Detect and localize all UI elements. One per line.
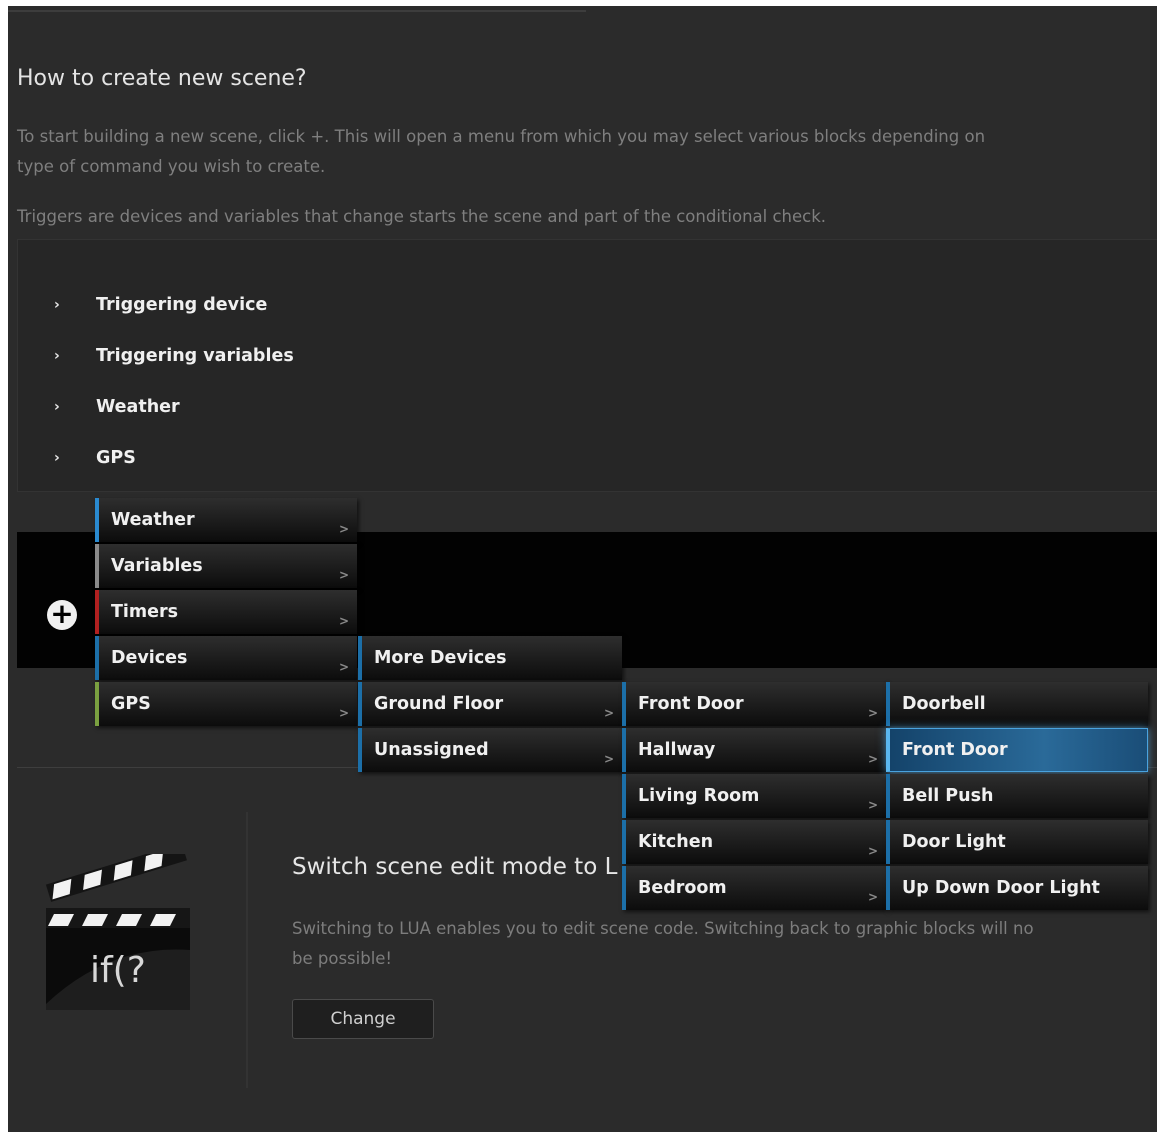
- menu-item-label: Hallway: [638, 740, 716, 760]
- chevron-right-icon: ›: [54, 297, 60, 313]
- menu-item-label: Door Light: [902, 832, 1006, 852]
- menu-item-kitchen[interactable]: Kitchen >: [622, 820, 886, 864]
- intro-text: To start building a new scene, click +. …: [17, 122, 985, 182]
- menu-item-label: Unassigned: [374, 740, 489, 760]
- chevron-right-icon: ›: [54, 399, 60, 415]
- menu-item-bedroom[interactable]: Bedroom >: [622, 866, 886, 910]
- trigger-item-gps[interactable]: › GPS: [54, 443, 136, 473]
- lua-section-title: Switch scene edit mode to L: [292, 854, 618, 880]
- intro-line-2: type of command you wish to create.: [17, 157, 326, 176]
- menu-item-label: Living Room: [638, 786, 760, 806]
- menu-item-label: Devices: [111, 648, 188, 668]
- menu-item-label: More Devices: [374, 648, 507, 668]
- menu-item-label: Front Door: [638, 694, 744, 714]
- top-divider: [8, 10, 586, 12]
- menu-item-front-door-room[interactable]: Front Door >: [622, 682, 886, 726]
- menu-item-devices[interactable]: Devices >: [95, 636, 357, 680]
- clapperboard-text: if(?: [90, 950, 146, 991]
- lua-description-line-1: Switching to LUA enables you to edit sce…: [292, 919, 1034, 938]
- menu-item-door-light[interactable]: Door Light: [886, 820, 1148, 864]
- menu-item-label: Bedroom: [638, 878, 727, 898]
- chevron-right-icon: ›: [54, 348, 60, 364]
- trigger-item-label: Weather: [96, 397, 180, 417]
- menu-item-up-down-door-light[interactable]: Up Down Door Light: [886, 866, 1148, 910]
- menu-item-timers[interactable]: Timers >: [95, 590, 357, 634]
- page-title: How to create new scene?: [17, 66, 307, 91]
- triggers-list: › Triggering device › Triggering variabl…: [17, 239, 1157, 492]
- submenu-arrow-icon: >: [603, 752, 614, 766]
- menu-item-unassigned[interactable]: Unassigned >: [358, 728, 622, 772]
- submenu-arrow-icon: >: [338, 568, 349, 582]
- menu-item-label: GPS: [111, 694, 151, 714]
- menu-item-label: Front Door: [902, 740, 1008, 760]
- submenu-arrow-icon: >: [867, 798, 878, 812]
- submenu-arrow-icon: >: [338, 614, 349, 628]
- menu-item-bell-push[interactable]: Bell Push: [886, 774, 1148, 818]
- trigger-item-label: GPS: [96, 448, 136, 468]
- menu-item-more-devices[interactable]: More Devices: [358, 636, 622, 680]
- menu-item-doorbell[interactable]: Doorbell: [886, 682, 1148, 726]
- menu-item-hallway[interactable]: Hallway >: [622, 728, 886, 772]
- menu-item-variables[interactable]: Variables >: [95, 544, 357, 588]
- trigger-item-weather[interactable]: › Weather: [54, 392, 180, 422]
- menu-item-label: Weather: [111, 510, 195, 530]
- submenu-arrow-icon: >: [603, 706, 614, 720]
- chevron-right-icon: ›: [54, 450, 60, 466]
- add-block-button[interactable]: +: [47, 600, 77, 630]
- menu-item-living-room[interactable]: Living Room >: [622, 774, 886, 818]
- menu-item-front-door-device[interactable]: Front Door: [886, 728, 1148, 772]
- trigger-item-label: Triggering variables: [96, 346, 294, 366]
- scene-editor-panel: How to create new scene? To start buildi…: [8, 6, 1157, 1132]
- triggers-note: Triggers are devices and variables that …: [17, 207, 827, 226]
- submenu-arrow-icon: >: [867, 890, 878, 904]
- submenu-arrow-icon: >: [867, 844, 878, 858]
- menu-item-ground-floor[interactable]: Ground Floor >: [358, 682, 622, 726]
- trigger-item-triggering-variables[interactable]: › Triggering variables: [54, 341, 294, 371]
- submenu-arrow-icon: >: [867, 752, 878, 766]
- submenu-arrow-icon: >: [338, 706, 349, 720]
- menu-item-label: Up Down Door Light: [902, 878, 1100, 898]
- trigger-item-label: Triggering device: [96, 295, 268, 315]
- change-button[interactable]: Change: [292, 999, 434, 1039]
- clapperboard-icon: if(?: [45, 854, 190, 1010]
- vertical-divider: [246, 812, 248, 1088]
- menu-item-label: Doorbell: [902, 694, 986, 714]
- menu-item-label: Variables: [111, 556, 203, 576]
- trigger-item-triggering-device[interactable]: › Triggering device: [54, 290, 267, 320]
- intro-line-1: To start building a new scene, click +. …: [17, 127, 986, 146]
- menu-item-label: Timers: [111, 602, 179, 622]
- menu-item-label: Bell Push: [902, 786, 994, 806]
- submenu-arrow-icon: >: [338, 660, 349, 674]
- lua-description-line-2: be possible!: [292, 949, 393, 968]
- submenu-arrow-icon: >: [338, 522, 349, 536]
- menu-item-label: Ground Floor: [374, 694, 504, 714]
- menu-item-gps[interactable]: GPS >: [95, 682, 357, 726]
- submenu-arrow-icon: >: [867, 706, 878, 720]
- menu-item-label: Kitchen: [638, 832, 714, 852]
- menu-item-weather[interactable]: Weather >: [95, 498, 357, 542]
